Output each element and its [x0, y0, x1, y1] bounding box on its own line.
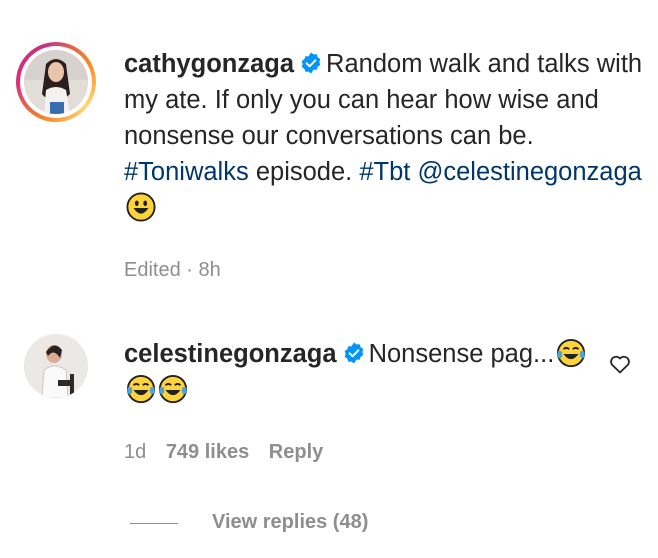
verified-badge-icon: [301, 52, 321, 74]
post-caption: cathygonzaga Random walk and talks with m…: [124, 46, 644, 226]
commenter-username[interactable]: celestinegonzaga: [124, 340, 337, 368]
commenter-avatar[interactable]: [24, 334, 88, 398]
laughing-tears-emoji-icon: [126, 374, 156, 404]
grinning-face-emoji-icon: [126, 192, 156, 222]
edited-label: Edited: [124, 259, 181, 281]
replies-divider: [130, 523, 178, 524]
laughing-tears-emoji-icon: [557, 338, 586, 368]
comment-meta: 1d 749 likes Reply: [124, 441, 337, 464]
view-replies-button[interactable]: View replies (48): [212, 511, 368, 534]
laughing-tears-emoji-icon: [158, 374, 188, 404]
author-avatar: [24, 50, 88, 114]
post-time[interactable]: 8h: [199, 259, 221, 281]
comment-likes[interactable]: 749 likes: [166, 441, 249, 463]
verified-badge-icon: [344, 342, 363, 364]
post-meta: Edited · 8h: [124, 259, 221, 281]
caption-text-2: episode.: [255, 158, 353, 186]
author-avatar-story-ring[interactable]: [16, 42, 96, 122]
hashtag-toniwalks[interactable]: #Toniwalks: [124, 158, 249, 186]
like-heart-icon[interactable]: [608, 352, 632, 376]
comment-text: Nonsense pag...: [368, 340, 555, 368]
comment-time[interactable]: 1d: [124, 441, 146, 463]
author-username[interactable]: cathygonzaga: [124, 50, 294, 78]
comment-body: celestinegonzaga Nonsense pag...: [124, 336, 594, 408]
mention-link[interactable]: @celestinegonzaga: [417, 158, 641, 186]
reply-button[interactable]: Reply: [269, 441, 323, 463]
hashtag-tbt[interactable]: #Tbt: [359, 158, 410, 186]
